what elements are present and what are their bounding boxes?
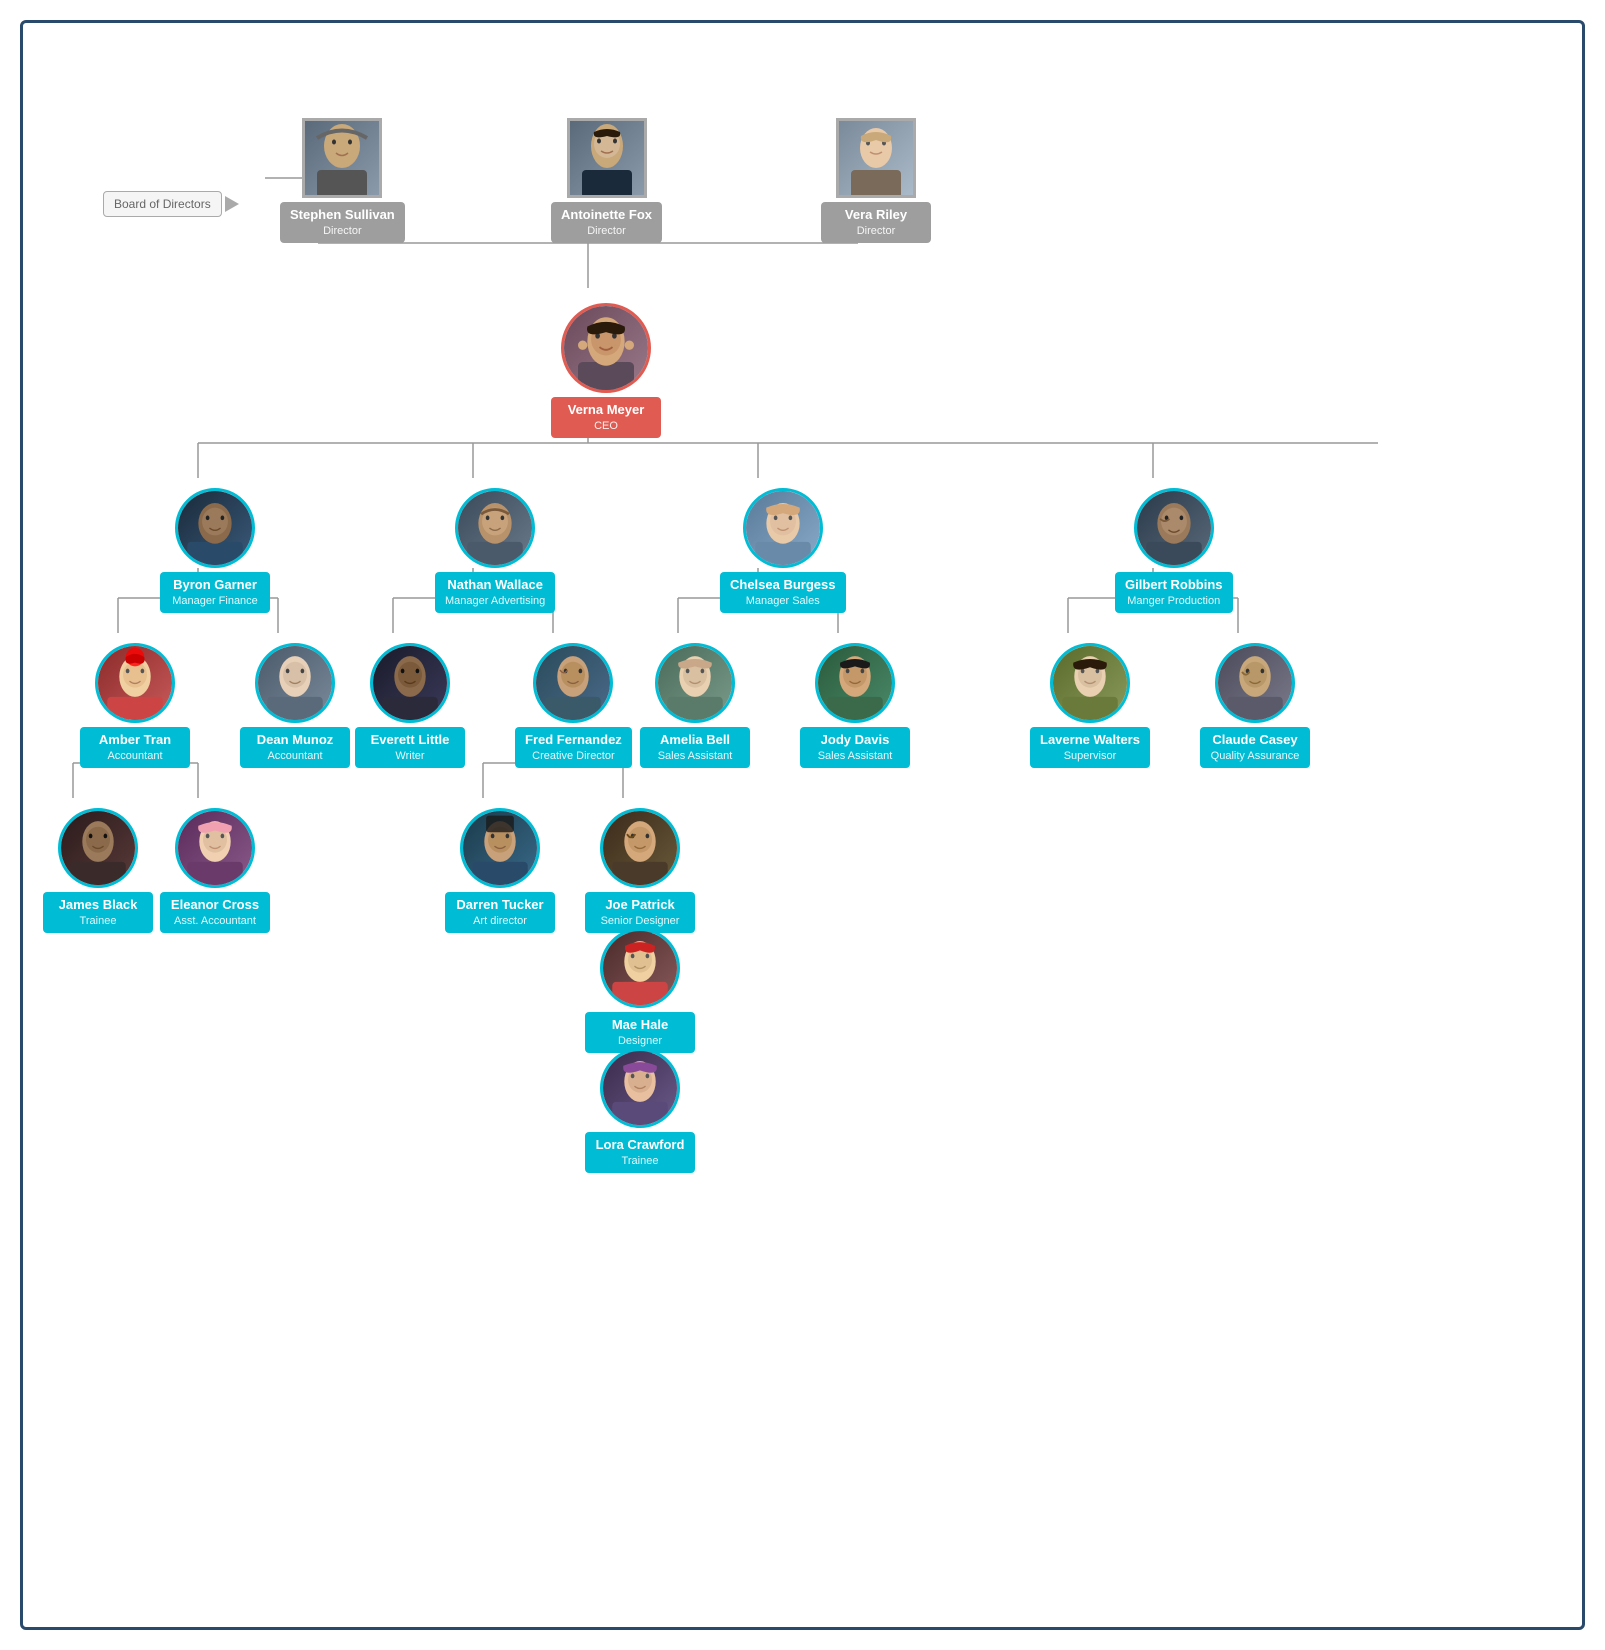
avatar-joe xyxy=(600,808,680,888)
board-of-directors-label: Board of Directors xyxy=(103,191,222,217)
node-amelia[interactable]: Amelia Bell Sales Assistant xyxy=(640,643,750,768)
avatar-vera xyxy=(836,118,916,198)
name-box-gilbert: Gilbert Robbins Manger Production xyxy=(1115,572,1233,613)
node-lora[interactable]: Lora Crawford Trainee xyxy=(585,1048,695,1173)
node-antoinette[interactable]: Antoinette Fox Director xyxy=(551,118,662,243)
name-box-lora: Lora Crawford Trainee xyxy=(585,1132,695,1173)
node-james[interactable]: James Black Trainee xyxy=(43,808,153,933)
name-box-amber: Amber Tran Accountant xyxy=(80,727,190,768)
avatar-eleanor xyxy=(175,808,255,888)
avatar-nathan xyxy=(455,488,535,568)
name-box-antoinette: Antoinette Fox Director xyxy=(551,202,662,243)
node-laverne[interactable]: Laverne Walters Supervisor xyxy=(1030,643,1150,768)
avatar-darren xyxy=(460,808,540,888)
node-stephen[interactable]: Stephen Sullivan Director xyxy=(280,118,405,243)
avatar-chelsea xyxy=(743,488,823,568)
avatar-byron xyxy=(175,488,255,568)
name-box-joe: Joe Patrick Senior Designer xyxy=(585,892,695,933)
avatar-amelia xyxy=(655,643,735,723)
avatar-lora xyxy=(600,1048,680,1128)
node-claude[interactable]: Claude Casey Quality Assurance xyxy=(1200,643,1310,768)
node-mae[interactable]: Mae Hale Designer xyxy=(585,928,695,1053)
node-amber[interactable]: Amber Tran Accountant xyxy=(80,643,190,768)
name-box-darren: Darren Tucker Art director xyxy=(445,892,555,933)
name-box-verna: Verna Meyer CEO xyxy=(551,397,661,438)
name-box-chelsea: Chelsea Burgess Manager Sales xyxy=(720,572,846,613)
name-box-vera: Vera Riley Director xyxy=(821,202,931,243)
org-chart-container: Board of Directors xyxy=(20,20,1585,1630)
name-box-amelia: Amelia Bell Sales Assistant xyxy=(640,727,750,768)
name-box-fred: Fred Fernandez Creative Director xyxy=(515,727,632,768)
node-jody[interactable]: Jody Davis Sales Assistant xyxy=(800,643,910,768)
node-fred[interactable]: Fred Fernandez Creative Director xyxy=(515,643,632,768)
name-box-nathan: Nathan Wallace Manager Advertising xyxy=(435,572,555,613)
node-verna[interactable]: Verna Meyer CEO xyxy=(551,303,661,438)
name-box-eleanor: Eleanor Cross Asst. Accountant xyxy=(160,892,270,933)
node-nathan[interactable]: Nathan Wallace Manager Advertising xyxy=(435,488,555,613)
name-box-claude: Claude Casey Quality Assurance xyxy=(1200,727,1310,768)
name-box-stephen: Stephen Sullivan Director xyxy=(280,202,405,243)
avatar-verna xyxy=(561,303,651,393)
name-box-laverne: Laverne Walters Supervisor xyxy=(1030,727,1150,768)
avatar-dean xyxy=(255,643,335,723)
node-byron[interactable]: Byron Garner Manager Finance xyxy=(160,488,270,613)
node-eleanor[interactable]: Eleanor Cross Asst. Accountant xyxy=(160,808,270,933)
avatar-amber xyxy=(95,643,175,723)
node-joe[interactable]: Joe Patrick Senior Designer xyxy=(585,808,695,933)
node-vera[interactable]: Vera Riley Director xyxy=(821,118,931,243)
avatar-everett xyxy=(370,643,450,723)
name-box-byron: Byron Garner Manager Finance xyxy=(160,572,270,613)
name-box-everett: Everett Little Writer xyxy=(355,727,465,768)
name-box-jody: Jody Davis Sales Assistant xyxy=(800,727,910,768)
avatar-jody xyxy=(815,643,895,723)
node-darren[interactable]: Darren Tucker Art director xyxy=(445,808,555,933)
avatar-mae xyxy=(600,928,680,1008)
node-everett[interactable]: Everett Little Writer xyxy=(355,643,465,768)
node-gilbert[interactable]: Gilbert Robbins Manger Production xyxy=(1115,488,1233,613)
node-chelsea[interactable]: Chelsea Burgess Manager Sales xyxy=(720,488,846,613)
avatar-fred xyxy=(533,643,613,723)
node-dean[interactable]: Dean Munoz Accountant xyxy=(240,643,350,768)
avatar-stephen xyxy=(302,118,382,198)
avatar-antoinette xyxy=(567,118,647,198)
name-box-james: James Black Trainee xyxy=(43,892,153,933)
avatar-laverne xyxy=(1050,643,1130,723)
avatar-gilbert xyxy=(1134,488,1214,568)
avatar-claude xyxy=(1215,643,1295,723)
name-box-mae: Mae Hale Designer xyxy=(585,1012,695,1053)
avatar-james xyxy=(58,808,138,888)
name-box-dean: Dean Munoz Accountant xyxy=(240,727,350,768)
